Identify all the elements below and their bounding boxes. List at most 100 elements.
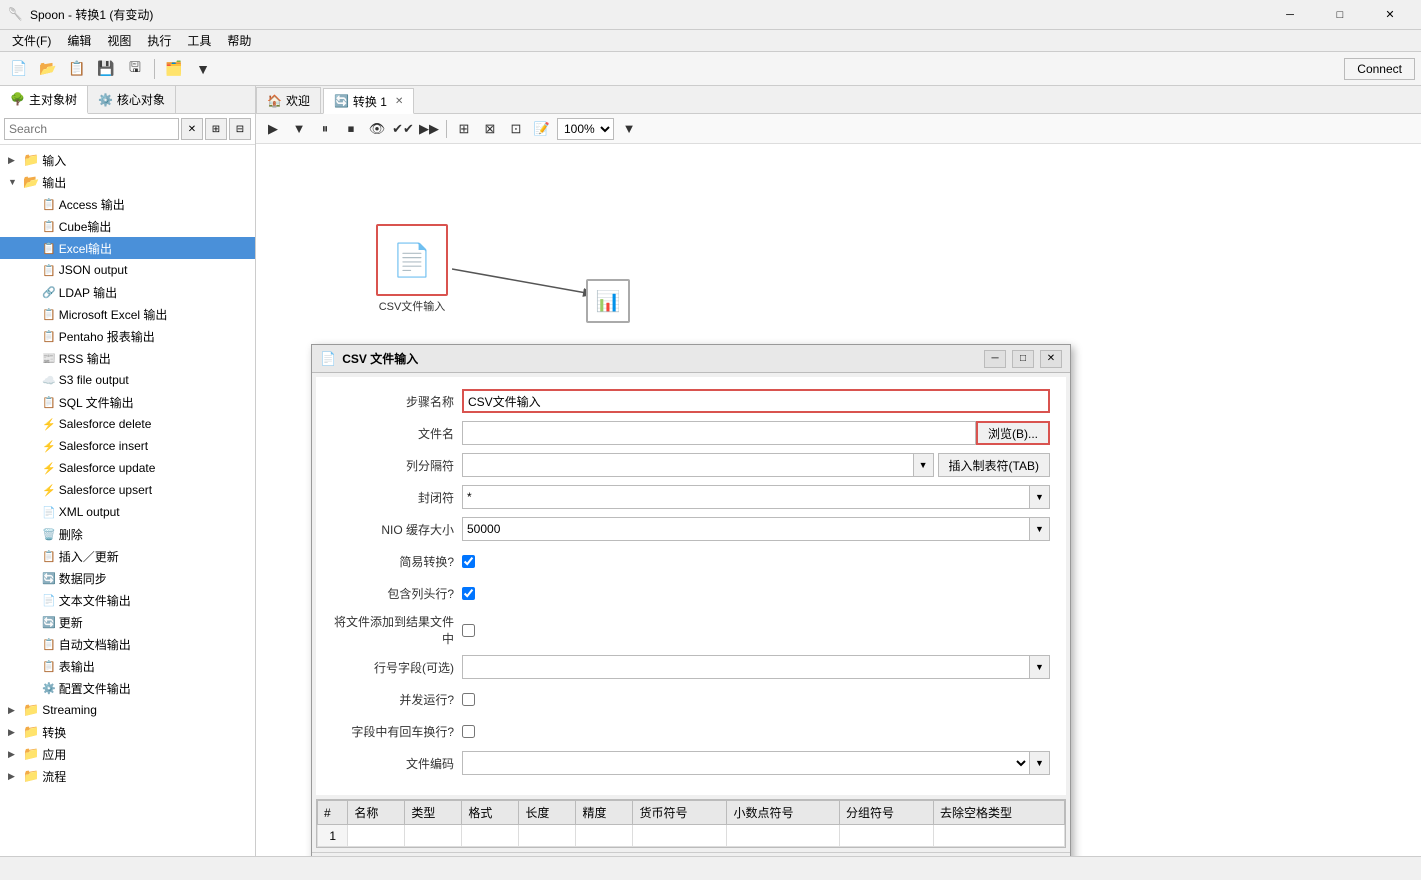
tree-node-input[interactable]: ▶ 📁 输入 (0, 149, 255, 171)
tree-node-pentaho[interactable]: 📋 Pentaho 报表输出 (0, 325, 255, 347)
tree-node-sfdelete[interactable]: ⚡ Salesforce delete (0, 413, 255, 435)
tree-node-access[interactable]: 📋 Access 输出 (0, 193, 255, 215)
parallel-checkbox[interactable] (462, 693, 475, 706)
filename-input[interactable] (462, 421, 976, 445)
menu-help[interactable]: 帮助 (219, 30, 259, 51)
niobuffer-input[interactable] (462, 517, 1030, 541)
rownumfield-dropdown[interactable]: ▼ (1030, 655, 1050, 679)
zoom-select[interactable]: 100% 50% 75% 150% 200% (557, 118, 614, 140)
toolbar-save[interactable]: 💾 (93, 56, 119, 82)
tab-close-icon[interactable]: ✕ (395, 96, 403, 107)
maximize-button[interactable]: □ (1317, 0, 1363, 30)
menu-run[interactable]: 执行 (139, 30, 179, 51)
close-button[interactable]: ✕ (1367, 0, 1413, 30)
tree-node-xmlout[interactable]: 📄 XML output (0, 501, 255, 523)
tree-node-streaming[interactable]: ▶ 📁 Streaming (0, 699, 255, 721)
menu-view[interactable]: 视图 (99, 30, 139, 51)
rownumfield-input[interactable] (462, 655, 1030, 679)
grid-button[interactable]: ⊠ (479, 118, 501, 140)
tree-node-insertu[interactable]: 📋 插入／更新 (0, 545, 255, 567)
delimiter-dropdown[interactable]: ▼ (914, 453, 934, 477)
preview-button[interactable]: 👁 (366, 118, 388, 140)
search-input[interactable] (4, 118, 179, 140)
snap-button[interactable]: ⊞ (453, 118, 475, 140)
tree-node-datasync[interactable]: 🔄 数据同步 (0, 567, 255, 589)
core-obj-icon: ⚙️ (98, 93, 113, 107)
tree-node-excel[interactable]: 📋 Excel输出 (0, 237, 255, 259)
search-clear-button[interactable]: ✕ (181, 118, 203, 140)
tab-main-tree[interactable]: 🌳 主对象树 (0, 86, 88, 114)
main-tree-label: 主对象树 (29, 91, 77, 108)
node-csv-input[interactable]: 📄 CSV文件输入 (376, 224, 448, 314)
tree-node-apply[interactable]: ▶ 📁 应用 (0, 743, 255, 765)
encoding-dropdown[interactable]: ▼ (1030, 751, 1050, 775)
modal-close-button[interactable]: ✕ (1040, 350, 1062, 368)
tree-node-sql[interactable]: 📋 SQL 文件输出 (0, 391, 255, 413)
tree-node-sfupdate[interactable]: ⚡ Salesforce update (0, 457, 255, 479)
tree-node-msexcel[interactable]: 📋 Microsoft Excel 输出 (0, 303, 255, 325)
tree-node-cube[interactable]: 📋 Cube输出 (0, 215, 255, 237)
tree-node-autofile[interactable]: 📋 自动文档输出 (0, 633, 255, 655)
tree-node-ldap[interactable]: 🔗 LDAP 输出 (0, 281, 255, 303)
insert-tab-button[interactable]: 插入制表符(TAB) (938, 453, 1050, 477)
menu-tools[interactable]: 工具 (179, 30, 219, 51)
tree-node-update[interactable]: 🔄 更新 (0, 611, 255, 633)
canvas-area[interactable]: 📄 CSV文件输入 📊 (256, 144, 1421, 856)
tree-node-flow[interactable]: ▶ 📁 流程 (0, 765, 255, 787)
toolbar-new[interactable]: 📄 (6, 56, 32, 82)
minimize-button[interactable]: ─ (1267, 0, 1313, 30)
encoding-select[interactable]: UTF-8 GBK GB2312 (462, 751, 1030, 775)
note-button[interactable]: 📝 (531, 118, 553, 140)
enclosure-input[interactable] (462, 485, 1030, 509)
tree-node-sfinsert[interactable]: ⚡ Salesforce insert (0, 435, 255, 457)
browse-button[interactable]: 浏览(B)... (976, 421, 1050, 445)
toolbar-open[interactable]: 📂 (35, 56, 61, 82)
niobuffer-dropdown[interactable]: ▼ (1030, 517, 1050, 541)
lazyconvert-checkbox[interactable] (462, 555, 475, 568)
enclosure-dropdown[interactable]: ▼ (1030, 485, 1050, 509)
modal-minimize-button[interactable]: ─ (984, 350, 1006, 368)
toolbar-save-all[interactable]: 📋 (64, 56, 90, 82)
addtoresult-checkbox[interactable] (462, 624, 475, 637)
stop-button[interactable]: ⏹ (340, 118, 362, 140)
includeheader-checkbox[interactable] (462, 587, 475, 600)
tree-node-rss[interactable]: 📰 RSS 输出 (0, 347, 255, 369)
tree-node-output[interactable]: ▼ 📂 输出 (0, 171, 255, 193)
run-button[interactable]: ▶ (262, 118, 284, 140)
delimiter-input[interactable] (462, 453, 914, 477)
run-alt-button[interactable]: ▶▶ (418, 118, 440, 140)
toolbar-saveas[interactable]: 🖫 (122, 56, 148, 82)
node-box-csv: 📄 (376, 224, 448, 296)
main-tree-icon: 🌳 (10, 92, 25, 106)
menu-file[interactable]: 文件(F) (4, 30, 59, 51)
tree-label: Salesforce update (59, 461, 156, 475)
zoom-dropdown[interactable]: ▼ (618, 118, 640, 140)
tree-node-json[interactable]: 📋 JSON output (0, 259, 255, 281)
tab-core-objects[interactable]: ⚙️ 核心对象 (88, 86, 176, 113)
tree-node-textout[interactable]: 📄 文本文件输出 (0, 589, 255, 611)
toolbar-dropdown[interactable]: ▼ (190, 56, 216, 82)
tree-node-delete[interactable]: 🗑️ 删除 (0, 523, 255, 545)
modal-maximize-button[interactable]: □ (1012, 350, 1034, 368)
newline-checkbox[interactable] (462, 725, 475, 738)
connect-button[interactable]: Connect (1344, 58, 1415, 80)
tree-label: 转换 (42, 724, 66, 741)
align-button[interactable]: ⊡ (505, 118, 527, 140)
search-expand-button[interactable]: ⊞ (205, 118, 227, 140)
check-button[interactable]: ✔✔ (392, 118, 414, 140)
search-collapse-button[interactable]: ⊟ (229, 118, 251, 140)
pause-button[interactable]: ⏸ (314, 118, 336, 140)
run-dropdown[interactable]: ▼ (288, 118, 310, 140)
tree-node-tableout[interactable]: 📋 表输出 (0, 655, 255, 677)
stepname-input[interactable] (462, 389, 1050, 413)
tree-node-sfupsert[interactable]: ⚡ Salesforce upsert (0, 479, 255, 501)
node-excel-out[interactable]: 📊 (586, 279, 630, 323)
tree-node-configout[interactable]: ⚙️ 配置文件输出 (0, 677, 255, 699)
tab-transform1[interactable]: 🔄 转换 1 ✕ (323, 88, 414, 114)
menu-edit[interactable]: 编辑 (59, 30, 99, 51)
tree-container[interactable]: ▶ 📁 输入 ▼ 📂 输出 📋 Access 输出 📋 Cube (0, 145, 255, 856)
toolbar-layers[interactable]: 🗂️ (161, 56, 187, 82)
tab-welcome[interactable]: 🏠 欢迎 (256, 87, 321, 113)
tree-node-transform[interactable]: ▶ 📁 转换 (0, 721, 255, 743)
tree-node-s3[interactable]: ☁️ S3 file output (0, 369, 255, 391)
